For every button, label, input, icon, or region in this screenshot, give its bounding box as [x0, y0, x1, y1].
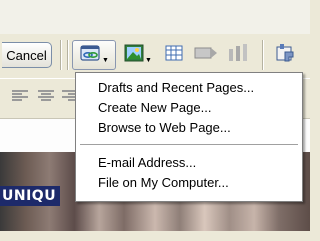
- plugin-icon: [274, 43, 296, 68]
- toolbar-separator: [67, 40, 68, 70]
- columns-button[interactable]: [224, 40, 252, 70]
- align-left-icon[interactable]: [12, 90, 28, 102]
- menu-item-browse-web-page[interactable]: Browse to Web Page...: [76, 118, 302, 138]
- plugin-button[interactable]: [270, 40, 300, 70]
- chevron-down-icon: ▼: [145, 56, 152, 64]
- link-dropdown-menu: Drafts and Recent Pages... Create New Pa…: [75, 72, 303, 202]
- banner-text: UNIQU: [0, 186, 61, 206]
- menu-item-email-address[interactable]: E-mail Address...: [76, 153, 302, 173]
- insert-link-button[interactable]: ▼: [72, 40, 116, 70]
- align-center-icon[interactable]: [38, 90, 54, 102]
- menu-item-drafts[interactable]: Drafts and Recent Pages...: [76, 78, 302, 98]
- toolbar-separator: [262, 40, 263, 70]
- menu-item-create-new-page[interactable]: Create New Page...: [76, 98, 302, 118]
- columns-icon: [227, 43, 249, 68]
- hyperlink-icon: [79, 43, 101, 68]
- table-icon: [165, 45, 183, 66]
- cancel-button[interactable]: Cancel: [2, 42, 52, 68]
- insert-form-button[interactable]: [192, 40, 220, 70]
- title-band: [0, 0, 310, 35]
- chevron-down-icon: ▼: [102, 56, 109, 64]
- menu-item-file-on-computer[interactable]: File on My Computer...: [76, 173, 302, 193]
- menu-separator: [80, 144, 298, 145]
- form-icon: [194, 45, 218, 66]
- bottom-band: [0, 231, 310, 241]
- toolbar-separator: [60, 40, 61, 70]
- image-icon: [124, 44, 144, 67]
- insert-table-button[interactable]: [162, 40, 186, 70]
- insert-image-button[interactable]: ▼: [120, 40, 156, 70]
